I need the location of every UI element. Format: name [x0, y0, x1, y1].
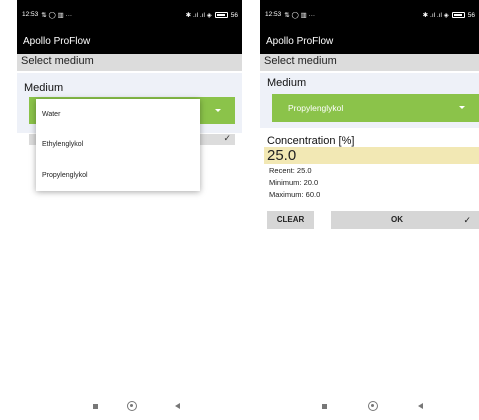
app-title: Apollo ProFlow [260, 32, 479, 54]
section-title: Select medium [17, 54, 242, 71]
ok-button[interactable]: OK ✓ [331, 211, 479, 229]
status-left-icons: ⇅ ◯ ▥ ··· [41, 12, 73, 19]
battery-level: 56 [230, 11, 238, 19]
medium-select[interactable]: Propylenglykol [272, 94, 479, 122]
minimum-value: Minimum: 20.0 [269, 178, 319, 187]
clear-button[interactable]: CLEAR [267, 211, 314, 229]
signal-wifi-icons: ✱ .ıl .ıl ◈ [185, 12, 212, 19]
status-left-icons: ⇅ ◯ ▥ ··· [284, 12, 316, 19]
back-icon[interactable] [175, 403, 180, 409]
home-icon[interactable] [127, 401, 137, 411]
battery-icon [451, 12, 465, 18]
dropdown-option-water[interactable]: Water [42, 111, 60, 118]
maximum-value: Maximum: 60.0 [269, 190, 321, 199]
concentration-input[interactable]: 25.0 [264, 147, 479, 164]
home-icon[interactable] [368, 401, 378, 411]
section-title: Select medium [260, 54, 479, 71]
ok-button-label: OK [391, 215, 403, 224]
medium-dropdown-menu: Water Ethylenglykol Propylenglykol [36, 99, 200, 191]
battery-icon [214, 12, 228, 18]
check-icon: ✓ [223, 133, 231, 143]
battery-level: 56 [467, 11, 475, 19]
selected-medium: Propylenglykol [288, 103, 344, 113]
concentration-label: Concentration [%] [267, 135, 355, 147]
navigation-bar [260, 394, 479, 420]
app-title: Apollo ProFlow [17, 32, 242, 54]
chevron-down-icon [215, 109, 221, 112]
recent-apps-icon[interactable] [322, 404, 327, 409]
status-bar: 12:53 ⇅ ◯ ▥ ··· ✱ .ıl .ıl ◈ 56 [17, 0, 242, 32]
chevron-down-icon [459, 106, 465, 109]
dropdown-option-propylenglykol[interactable]: Propylenglykol [42, 172, 88, 179]
status-time: 12:53 [265, 11, 282, 18]
back-icon[interactable] [418, 403, 423, 409]
status-bar: 12:53 ⇅ ◯ ▥ ··· ✱ .ıl .ıl ◈ 56 [260, 0, 479, 32]
status-time: 12:53 [22, 11, 39, 18]
medium-label: Medium [24, 82, 64, 94]
medium-label: Medium [267, 77, 307, 89]
dropdown-option-ethylenglykol[interactable]: Ethylenglykol [42, 141, 83, 148]
recent-apps-icon[interactable] [93, 404, 98, 409]
phone-screen-right: 12:53 ⇅ ◯ ▥ ··· ✱ .ıl .ıl ◈ 56 Apollo Pr… [260, 0, 479, 420]
signal-wifi-icons: ✱ .ıl .ıl ◈ [422, 12, 449, 19]
phone-screen-left: 12:53 ⇅ ◯ ▥ ··· ✱ .ıl .ıl ◈ 56 Apollo Pr… [17, 0, 242, 420]
recent-value: Recent: 25.0 [269, 166, 312, 175]
check-icon: ✓ [463, 215, 471, 225]
navigation-bar [17, 394, 242, 420]
